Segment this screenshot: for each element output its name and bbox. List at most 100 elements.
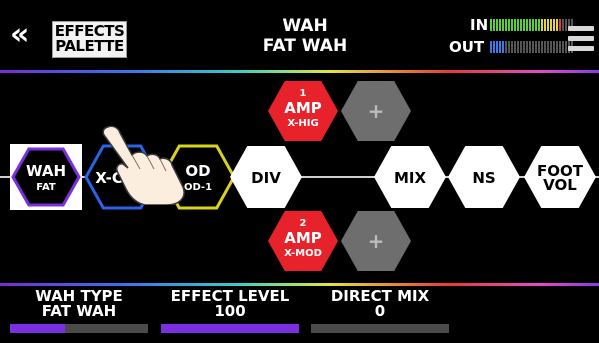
- meter-segment: [517, 19, 519, 31]
- param-bar-fill: [10, 324, 66, 333]
- param-value: 0: [374, 302, 386, 320]
- block-text: AMP: [284, 229, 322, 247]
- out-label: OUT: [449, 38, 485, 56]
- param-bar-fill: [161, 324, 299, 333]
- meter-segment: [553, 19, 555, 31]
- meter-segment: [559, 41, 561, 53]
- param-wah-type[interactable]: WAH TYPE FAT WAH: [10, 289, 148, 319]
- menu-icon[interactable]: [568, 26, 594, 54]
- meter-segment: [529, 41, 531, 53]
- meter-segment: [529, 19, 531, 31]
- param-value: 100: [214, 302, 246, 320]
- meter-segment: [508, 41, 510, 53]
- meter-segment: [562, 41, 564, 53]
- param-effect-level[interactable]: EFFECT LEVEL 100: [161, 289, 299, 319]
- add-block-slot-2[interactable]: +: [341, 211, 411, 271]
- meter-segment: [553, 41, 555, 53]
- meter-segment: [547, 41, 549, 53]
- block-text: NS: [472, 169, 495, 187]
- block-text: DIV: [251, 169, 281, 187]
- meter-segment: [505, 41, 507, 53]
- meter-segment: [562, 19, 564, 31]
- in-label: IN: [470, 16, 489, 34]
- block-text: X-MOD: [284, 248, 322, 259]
- meter-segment: [508, 19, 510, 31]
- meter-segment: [544, 41, 546, 53]
- meter-segment: [496, 19, 498, 31]
- plus-icon: +: [368, 229, 385, 253]
- chain-block-wah[interactable]: WAH FAT: [11, 147, 81, 207]
- meter-segment: [526, 19, 528, 31]
- meter-segment: [541, 41, 543, 53]
- meter-segment: [514, 19, 516, 31]
- input-level-meter: [490, 19, 573, 31]
- param-value: FAT WAH: [41, 302, 117, 320]
- back-button[interactable]: «: [10, 20, 40, 54]
- meter-segment: [514, 41, 516, 53]
- pointing-hand-icon: [100, 125, 195, 209]
- amp-block-2[interactable]: 2AMPX-MOD: [268, 211, 338, 271]
- block-text: X-HIG: [287, 118, 318, 129]
- page-title: WAH FAT WAH: [220, 16, 390, 56]
- param-direct-mix[interactable]: DIRECT MIX 0: [311, 289, 449, 319]
- title-effect: WAH: [282, 16, 328, 36]
- meter-segment: [547, 19, 549, 31]
- meter-segment: [493, 41, 495, 53]
- meter-segment: [520, 19, 522, 31]
- meter-segment: [541, 19, 543, 31]
- block-text: VOL: [543, 176, 577, 194]
- meter-segment: [502, 41, 504, 53]
- block-text: WAH: [26, 162, 66, 180]
- chain-block-foot[interactable]: FOOTVOL: [524, 146, 596, 208]
- chain-diagram: WAHFATX-CMPODOD-1DIVMIXNSFOOTVOL1AMPX-HI…: [0, 81, 599, 271]
- meter-segment: [559, 19, 561, 31]
- meter-segment: [493, 19, 495, 31]
- parameter-panel: WAH TYPE FAT WAH EFFECT LEVEL 100 DIRECT…: [0, 286, 599, 343]
- amp-block-1[interactable]: 1AMPX-HIG: [268, 81, 338, 141]
- meter-segment: [550, 19, 552, 31]
- meter-segment: [490, 41, 492, 53]
- meter-segment: [502, 19, 504, 31]
- meter-segment: [523, 19, 525, 31]
- title-type: FAT WAH: [262, 36, 348, 56]
- chain-block-mix[interactable]: MIX: [374, 146, 446, 208]
- meter-segment: [556, 41, 558, 53]
- meter-segment: [535, 19, 537, 31]
- meter-segment: [535, 41, 537, 53]
- meter-segment: [532, 19, 534, 31]
- meter-segment: [499, 41, 501, 53]
- meter-segment: [505, 19, 507, 31]
- top-bar: « EFFECTS PALETTE WAH FAT WAH IN OUT: [0, 0, 599, 70]
- effects-palette-label-line2: PALETTE: [55, 37, 124, 55]
- block-text: 2: [300, 218, 307, 229]
- chain-block-ns[interactable]: NS: [448, 146, 520, 208]
- effects-palette-button[interactable]: EFFECTS PALETTE: [52, 21, 127, 58]
- param-bar-effect-level: [161, 324, 299, 333]
- meter-segment: [565, 41, 567, 53]
- meter-segment: [544, 19, 546, 31]
- meter-segment: [523, 41, 525, 53]
- meter-segment: [526, 41, 528, 53]
- meter-segment: [550, 41, 552, 53]
- meter-segment: [490, 19, 492, 31]
- block-text: FAT: [36, 182, 56, 193]
- block-text: AMP: [284, 99, 322, 117]
- meter-segment: [565, 19, 567, 31]
- meter-segment: [517, 41, 519, 53]
- meter-segment: [538, 19, 540, 31]
- meter-segment: [499, 19, 501, 31]
- param-bar-wah-type: [10, 324, 148, 333]
- meter-segment: [511, 19, 513, 31]
- plus-icon: +: [368, 99, 385, 123]
- meter-segment: [511, 41, 513, 53]
- meter-segment: [532, 41, 534, 53]
- meter-segment: [496, 41, 498, 53]
- param-bar-direct-mix: [311, 324, 449, 333]
- add-block-slot-1[interactable]: +: [341, 81, 411, 141]
- block-text: 1: [300, 88, 307, 99]
- chain-block-div[interactable]: DIV: [230, 146, 302, 208]
- meter-segment: [556, 19, 558, 31]
- output-level-meter: [490, 41, 573, 53]
- block-text: MIX: [394, 169, 427, 187]
- effect-chain: WAHFATX-CMPODOD-1DIVMIXNSFOOTVOL1AMPX-HI…: [0, 73, 599, 283]
